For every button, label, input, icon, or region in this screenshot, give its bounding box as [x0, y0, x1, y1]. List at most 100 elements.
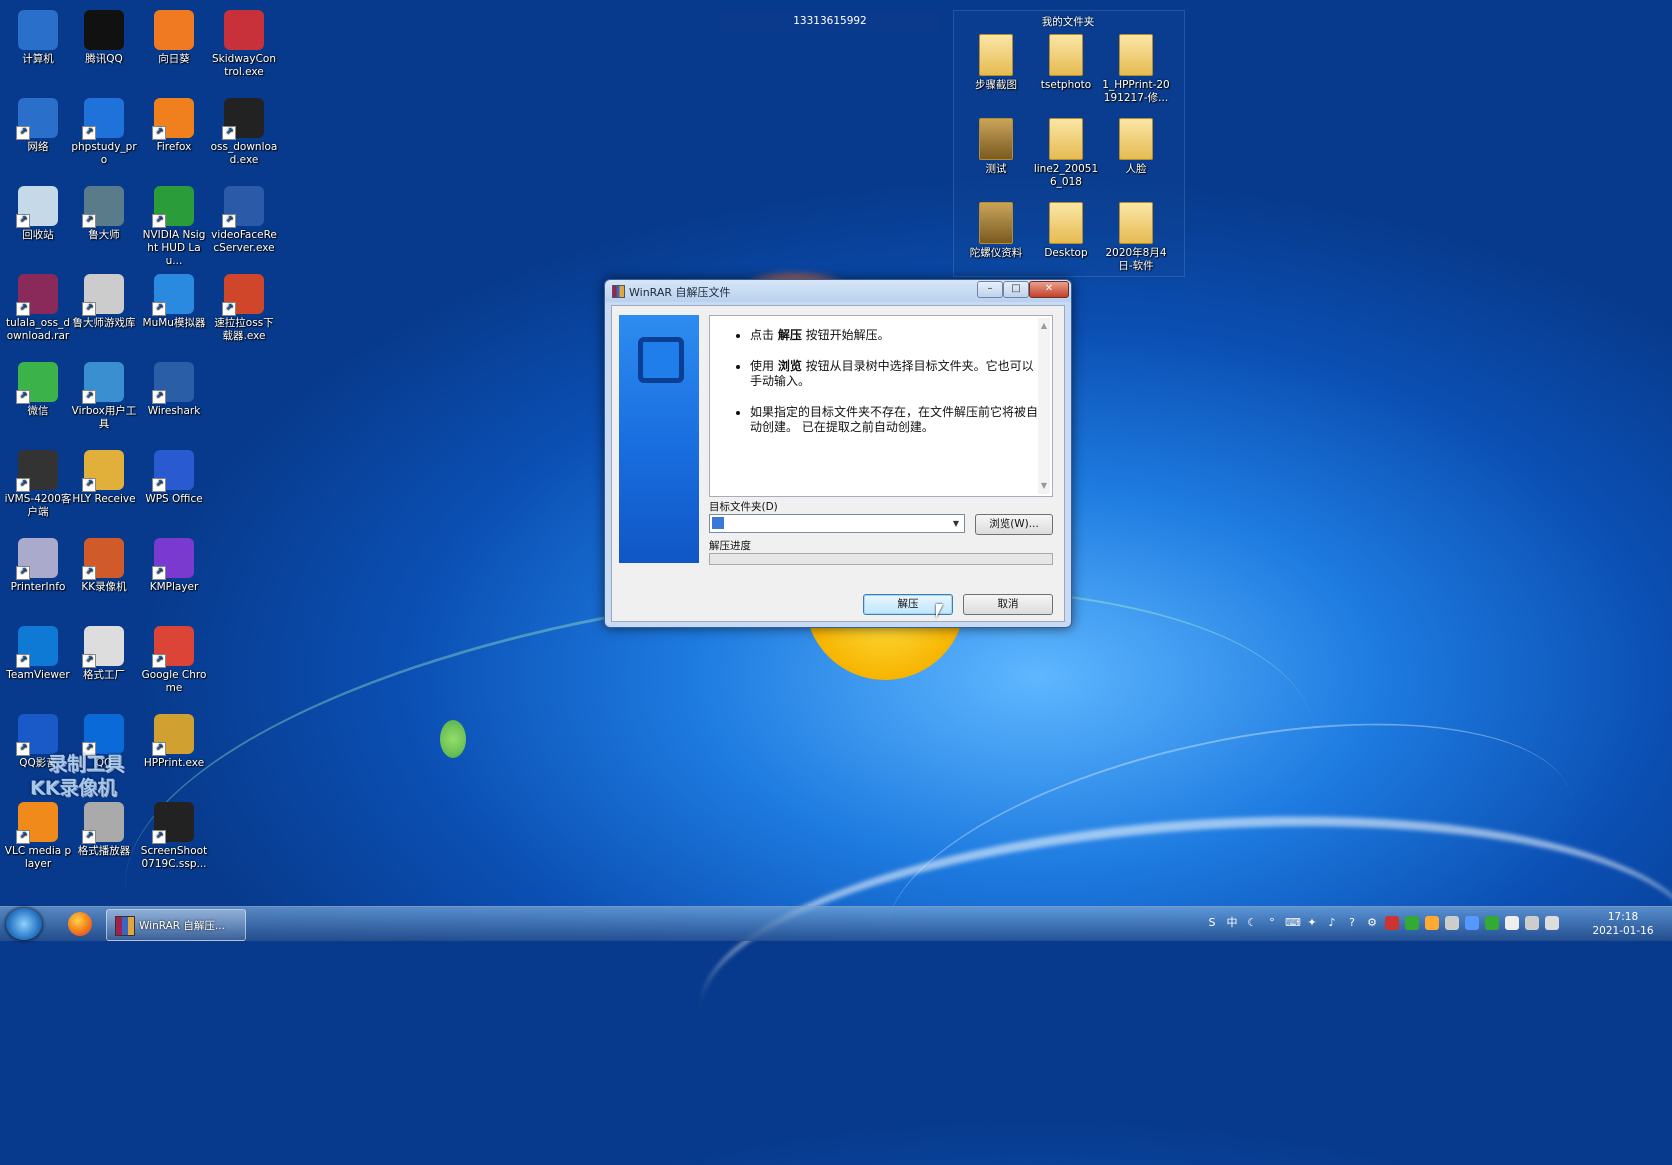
app-icon: ↗: [152, 186, 194, 228]
app-icon: ↗: [16, 714, 58, 756]
folder-item[interactable]: tsetphoto: [1032, 34, 1100, 92]
target-folder-label: 目标文件夹(D): [709, 501, 778, 513]
tray-icon[interactable]: ♪: [1325, 916, 1339, 930]
shortcut-arrow-icon: ↗: [82, 566, 96, 580]
taskbar-firefox[interactable]: [60, 909, 100, 939]
desktop-icon[interactable]: ↗ 格式工厂: [70, 626, 138, 682]
desktop-icon[interactable]: ↗ Firefox: [140, 98, 208, 154]
wallpaper-streak: [690, 785, 1672, 1165]
desktop-icon-label: tulala_oss_download.rar: [5, 317, 70, 342]
desktop-icon[interactable]: ↗ KK录像机: [70, 538, 138, 594]
desktop-icon[interactable]: ↗ tulala_oss_download.rar: [4, 274, 72, 343]
folder-item[interactable]: 1_HPPrint-20191217-修...: [1102, 34, 1170, 105]
tray-icon[interactable]: [1425, 916, 1439, 930]
desktop-icon[interactable]: ↗ PrinterInfo: [4, 538, 72, 594]
desktop-icon[interactable]: ↗ WPS Office: [140, 450, 208, 506]
desktop-icon[interactable]: ↗ KMPlayer: [140, 538, 208, 594]
desktop-icon[interactable]: 计算机: [4, 10, 72, 66]
tray-icon[interactable]: [1445, 916, 1459, 930]
app-icon: ↗: [152, 714, 194, 756]
folder-item[interactable]: 陀螺仪资料: [962, 202, 1030, 260]
desktop-icon[interactable]: ↗ 速拉拉oss下载器.exe: [210, 274, 278, 343]
desktop-icon[interactable]: ↗ 格式播放器: [70, 802, 138, 858]
desktop-icon[interactable]: ↗ 鲁大师: [70, 186, 138, 242]
tray-icon[interactable]: [1385, 916, 1399, 930]
instructions-scrollbar[interactable]: ▲ ▼: [1038, 318, 1050, 494]
tray-icon[interactable]: °: [1265, 916, 1279, 930]
tray-icon[interactable]: ⌨: [1285, 916, 1301, 930]
folder-icon: [1119, 118, 1153, 160]
tray-icon[interactable]: ☾: [1245, 916, 1259, 930]
chevron-down-icon[interactable]: ▼: [948, 515, 964, 532]
app-icon: ↗: [152, 450, 194, 492]
desktop-icon-label: MuMu模拟器: [142, 317, 206, 329]
desktop-icon[interactable]: ↗ ScreenShoot0719C.ssp...: [140, 802, 208, 871]
desktop-icon[interactable]: ↗ 网络: [4, 98, 72, 154]
tray-icon[interactable]: [1525, 916, 1539, 930]
desktop-icon[interactable]: ↗ 微信: [4, 362, 72, 418]
tray-icon[interactable]: [1405, 916, 1419, 930]
desktop-icon[interactable]: SkidwayControl.exe: [210, 10, 278, 79]
wallpaper-leaf: [440, 720, 466, 758]
desktop-icon[interactable]: ↗ VLC media player: [4, 802, 72, 871]
desktop-icon[interactable]: ↗ iVMS-4200客户端: [4, 450, 72, 519]
desktop-icon-label: HLY Receive: [72, 493, 136, 505]
clock[interactable]: 17:18 2021-01-16: [1588, 910, 1658, 938]
start-button[interactable]: [6, 908, 42, 940]
close-button[interactable]: ✕: [1029, 281, 1069, 298]
maximize-button[interactable]: □: [1003, 281, 1029, 298]
desktop-icon[interactable]: ↗ 鲁大师游戏库: [70, 274, 138, 330]
app-icon: ↗: [16, 450, 58, 492]
desktop-icon[interactable]: ↗ HLY Receive: [70, 450, 138, 506]
desktop-icon-label: KMPlayer: [149, 581, 199, 593]
tray-icon[interactable]: [1465, 916, 1479, 930]
tray-icon[interactable]: [1545, 916, 1559, 930]
tray-icon[interactable]: ⚙: [1365, 916, 1379, 930]
minimize-button[interactable]: –: [977, 281, 1003, 298]
desktop-icon-label: 腾讯QQ: [85, 53, 123, 65]
desktop-icon[interactable]: ↗ 回收站: [4, 186, 72, 242]
desktop-icon[interactable]: ↗ TeamViewer: [4, 626, 72, 682]
tray-icon[interactable]: 中: [1225, 916, 1239, 930]
desktop-icon[interactable]: ↗ HPPrint.exe: [140, 714, 208, 770]
desktop-icon[interactable]: ↗ Google Chrome: [140, 626, 208, 695]
app-icon: ↗: [16, 802, 58, 844]
folder-item[interactable]: 步骤截图: [962, 34, 1030, 92]
desktop-icon[interactable]: ↗ oss_download.exe: [210, 98, 278, 167]
folder-label: 1_HPPrint-20191217-修...: [1102, 79, 1170, 104]
tray-icon[interactable]: S: [1205, 916, 1219, 930]
desktop-icon[interactable]: ↗ phpstudy_pro: [70, 98, 138, 167]
scroll-down-icon[interactable]: ▼: [1040, 482, 1048, 490]
desktop-icon[interactable]: 向日葵: [140, 10, 208, 66]
tray-icon[interactable]: ?: [1345, 916, 1359, 930]
dialog-titlebar[interactable]: WinRAR 自解压文件 – □ ✕: [605, 280, 1071, 302]
scroll-up-icon[interactable]: ▲: [1040, 322, 1048, 330]
app-icon: ↗: [152, 362, 194, 404]
desktop-icon-label: 计算机: [22, 53, 54, 65]
cancel-button[interactable]: 取消: [963, 594, 1053, 615]
winrar-side-banner: [619, 315, 699, 563]
browse-button[interactable]: 浏览(W)...: [975, 514, 1053, 535]
folder-item[interactable]: 2020年8月4日-软件: [1102, 202, 1170, 273]
folder-item[interactable]: 测试: [962, 118, 1030, 176]
desktop-icon[interactable]: 腾讯QQ: [70, 10, 138, 66]
shortcut-arrow-icon: ↗: [152, 830, 166, 844]
app-icon: [18, 10, 58, 50]
tray-icon[interactable]: ✦: [1305, 916, 1319, 930]
desktop-icon[interactable]: ↗ MuMu模拟器: [140, 274, 208, 330]
desktop-icon-label: 回收站: [22, 229, 54, 241]
desktop-icon[interactable]: ↗ Wireshark: [140, 362, 208, 418]
app-icon: ↗: [82, 538, 124, 580]
tray-icon[interactable]: [1485, 916, 1499, 930]
desktop-icon[interactable]: ↗ Virbox用户工具: [70, 362, 138, 431]
folder-item[interactable]: Desktop: [1032, 202, 1100, 260]
desktop-icon[interactable]: ↗ videoFaceRecServer.exe: [210, 186, 278, 255]
taskbar-winrar[interactable]: WinRAR 自解压...: [106, 909, 246, 941]
folder-item[interactable]: 人脸: [1102, 118, 1170, 176]
tray-icon[interactable]: [1505, 916, 1519, 930]
app-icon: ↗: [16, 186, 58, 228]
winrar-icon: [115, 916, 135, 936]
target-folder-combobox[interactable]: ▼: [709, 514, 965, 533]
folder-item[interactable]: line2_200516_018: [1032, 118, 1100, 189]
desktop-icon[interactable]: ↗ NVIDIA Nsight HUD Lau...: [140, 186, 208, 268]
